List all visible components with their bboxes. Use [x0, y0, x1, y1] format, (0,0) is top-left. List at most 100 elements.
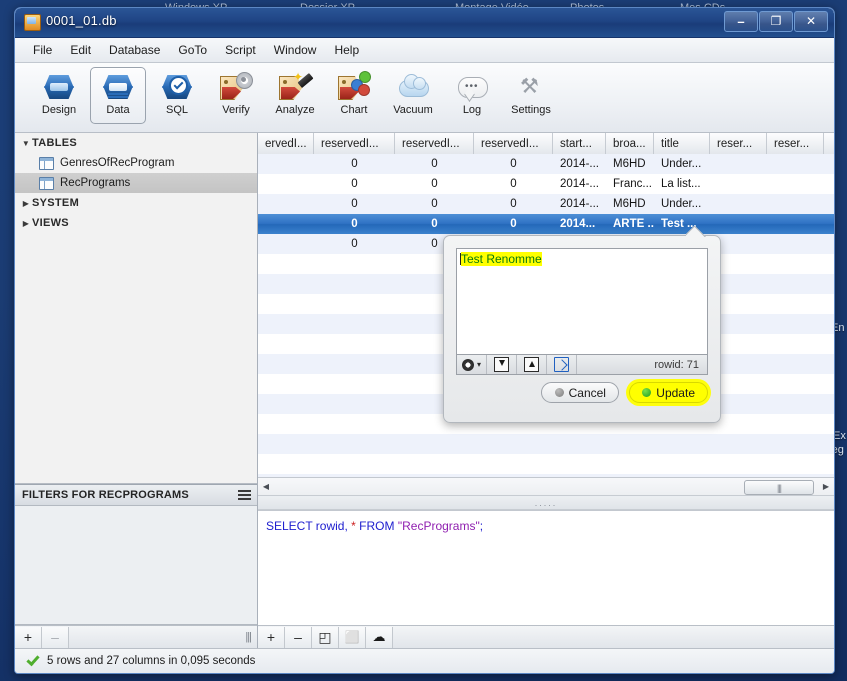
- grid-cell[interactable]: 0: [474, 154, 553, 174]
- grid-cell[interactable]: [258, 294, 314, 314]
- grid-cell[interactable]: [767, 154, 824, 174]
- cancel-button[interactable]: Cancel: [541, 382, 619, 403]
- grid-cell[interactable]: [710, 194, 767, 214]
- grid-cell[interactable]: [767, 414, 824, 434]
- grid-cell[interactable]: Under...: [654, 154, 710, 174]
- grid-cell[interactable]: [767, 434, 824, 454]
- import-down-button[interactable]: [487, 355, 517, 374]
- export-up-button[interactable]: [517, 355, 547, 374]
- toolbar-button-design[interactable]: Design: [31, 67, 87, 124]
- grid-cell[interactable]: [258, 334, 314, 354]
- chevron-down-icon[interactable]: ▼: [20, 139, 32, 148]
- grid-cell[interactable]: 0: [474, 194, 553, 214]
- commit-cloud-icon[interactable]: ☁: [366, 627, 393, 648]
- toolbar-button-verify[interactable]: Verify: [208, 67, 264, 124]
- grid-cell[interactable]: ARTE ...: [606, 214, 654, 234]
- grid-cell[interactable]: [767, 234, 824, 254]
- grid-cell[interactable]: [258, 234, 314, 254]
- add-filter-button[interactable]: +: [15, 627, 42, 648]
- chevron-right-icon[interactable]: ▶: [20, 199, 32, 208]
- grid-cell[interactable]: [767, 394, 824, 414]
- grid-cell[interactable]: [314, 374, 395, 394]
- options-gear-dropdown[interactable]: ▾: [457, 355, 487, 374]
- grid-cell[interactable]: [710, 154, 767, 174]
- grid-cell[interactable]: 2014-...: [553, 194, 606, 214]
- grid-cell[interactable]: [314, 434, 395, 454]
- table-row[interactable]: 0002014...ARTE ...Test ...: [258, 214, 834, 234]
- grid-cell[interactable]: [258, 174, 314, 194]
- add-row-button[interactable]: +: [258, 627, 285, 648]
- grid-cell[interactable]: 0: [314, 194, 395, 214]
- grid-cell[interactable]: [767, 294, 824, 314]
- grid-cell[interactable]: 0: [474, 174, 553, 194]
- grid-cell[interactable]: 0: [474, 214, 553, 234]
- minimize-button[interactable]: –: [724, 11, 758, 32]
- grid-cell[interactable]: [767, 454, 824, 474]
- grid-cell[interactable]: [606, 434, 654, 454]
- open-external-button[interactable]: [547, 355, 577, 374]
- grid-cell[interactable]: [710, 174, 767, 194]
- menu-item-script[interactable]: Script: [216, 40, 265, 60]
- grid-cell[interactable]: [553, 454, 606, 474]
- grid-cell[interactable]: [606, 454, 654, 474]
- sidebar-item-views[interactable]: ▶VIEWS: [15, 213, 257, 233]
- grid-cell[interactable]: [258, 154, 314, 174]
- grid-cell[interactable]: [258, 194, 314, 214]
- grid-cell[interactable]: 0: [395, 154, 474, 174]
- grid-cell[interactable]: [258, 254, 314, 274]
- grid-cell[interactable]: [395, 434, 474, 454]
- grid-cell[interactable]: [314, 254, 395, 274]
- grid-cell[interactable]: [710, 454, 767, 474]
- grid-cell[interactable]: [314, 294, 395, 314]
- menu-item-database[interactable]: Database: [100, 40, 169, 60]
- grid-cell[interactable]: 0: [314, 214, 395, 234]
- sidebar-item-tables[interactable]: ▼TABLES: [15, 133, 257, 153]
- remove-filter-button[interactable]: –: [42, 627, 69, 648]
- table-row[interactable]: [258, 434, 834, 454]
- grid-cell[interactable]: [314, 414, 395, 434]
- menu-item-edit[interactable]: Edit: [61, 40, 100, 60]
- toolbar-button-settings[interactable]: ⚒Settings: [503, 67, 559, 124]
- grid-cell[interactable]: 2014...: [553, 214, 606, 234]
- grid-cell[interactable]: [258, 414, 314, 434]
- grid-cell[interactable]: [258, 434, 314, 454]
- grid-cell[interactable]: [314, 334, 395, 354]
- table-row[interactable]: 0002014-...M6HDUnder...: [258, 194, 834, 214]
- grid-cell[interactable]: [767, 374, 824, 394]
- grid-cell[interactable]: M6HD: [606, 194, 654, 214]
- menu-item-help[interactable]: Help: [325, 40, 368, 60]
- toolbar-button-vacuum[interactable]: Vacuum: [385, 67, 441, 124]
- grid-cell[interactable]: [767, 254, 824, 274]
- grid-cell[interactable]: [314, 394, 395, 414]
- grid-cell[interactable]: [474, 434, 553, 454]
- grid-column-header[interactable]: start...: [553, 133, 606, 154]
- grid-cell[interactable]: [258, 354, 314, 374]
- table-row[interactable]: 0002014-...Franc...La list...: [258, 174, 834, 194]
- grid-cell[interactable]: [710, 434, 767, 454]
- grid-cell[interactable]: 0: [395, 194, 474, 214]
- grid-column-header[interactable]: broa...: [606, 133, 654, 154]
- menu-item-goto[interactable]: GoTo: [169, 40, 216, 60]
- chevron-right-icon[interactable]: ▶: [20, 219, 32, 228]
- scroll-left-arrow-icon[interactable]: ◀: [258, 479, 274, 494]
- grid-column-header[interactable]: reservedI...: [314, 133, 395, 154]
- grid-cell[interactable]: La list...: [654, 174, 710, 194]
- grid-cell[interactable]: [767, 314, 824, 334]
- grid-cell[interactable]: [767, 354, 824, 374]
- database-tree[interactable]: ▼TABLESGenresOfRecProgramRecPrograms▶SYS…: [15, 133, 257, 484]
- grid-cell[interactable]: [553, 434, 606, 454]
- sql-query-text[interactable]: SELECT rowid, * FROM "RecPrograms";: [258, 510, 834, 625]
- grid-cell[interactable]: [258, 374, 314, 394]
- grid-column-header[interactable]: reser...: [710, 133, 767, 154]
- sidebar-item-system[interactable]: ▶SYSTEM: [15, 193, 257, 213]
- grid-cell[interactable]: [314, 354, 395, 374]
- grid-cell[interactable]: 0: [314, 174, 395, 194]
- grid-cell[interactable]: 0: [395, 214, 474, 234]
- grid-column-header[interactable]: reservedI...: [474, 133, 553, 154]
- grid-cell[interactable]: Franc...: [606, 174, 654, 194]
- grid-cell[interactable]: [314, 454, 395, 474]
- scroll-right-arrow-icon[interactable]: ▶: [818, 479, 834, 494]
- grid-cell[interactable]: [258, 214, 314, 234]
- grid-cell[interactable]: [654, 454, 710, 474]
- grid-cell[interactable]: 2014-...: [553, 174, 606, 194]
